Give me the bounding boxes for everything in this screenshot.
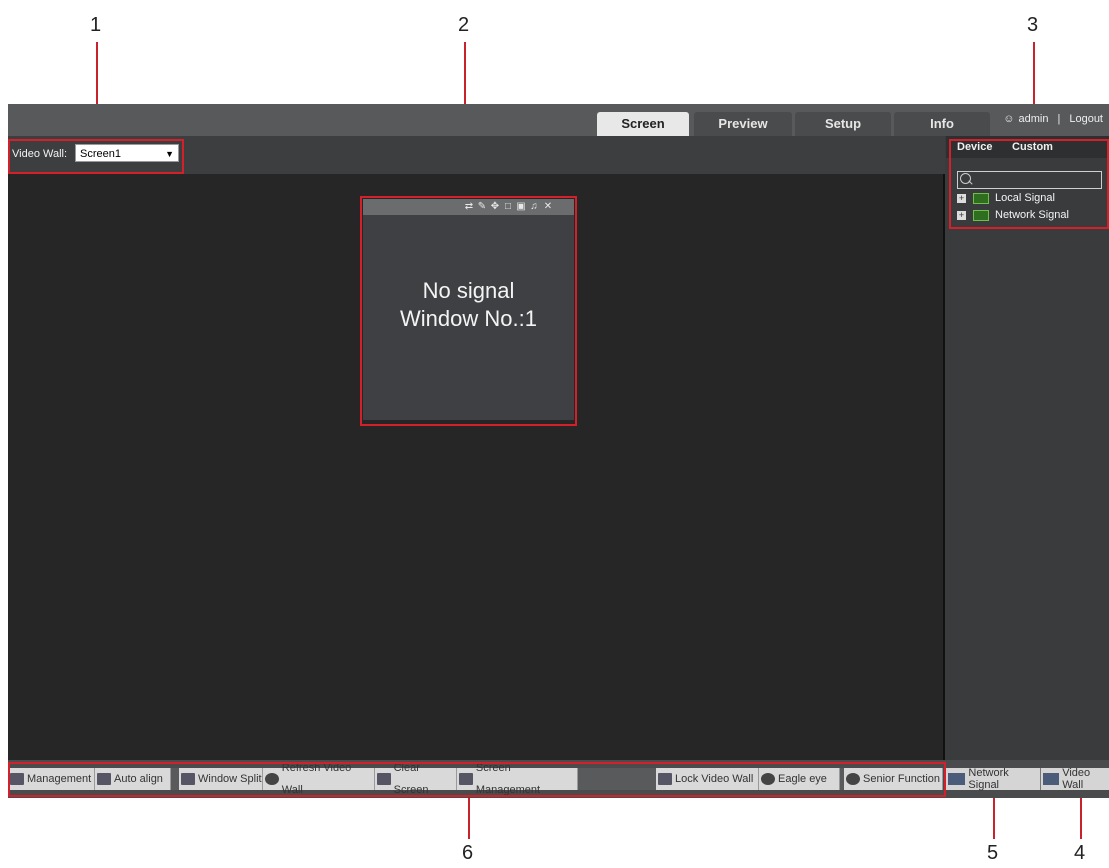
tab-setup[interactable]: Setup [795,112,891,136]
video-wall-tab[interactable]: Video Wall [1040,767,1109,791]
callout-1: 1 [90,14,102,36]
tab-info[interactable]: Info [894,112,990,136]
highlight-box-1 [8,139,184,174]
network-signal-icon [948,773,966,785]
tab-label: Video Wall [1062,767,1091,791]
callout-4: 4 [1074,842,1086,864]
callout-2: 2 [458,14,470,36]
callout-line-6 [468,797,470,839]
video-wall-icon [1043,773,1060,785]
tab-preview[interactable]: Preview [694,112,792,136]
user-area: ☺ admin | Logout [1003,113,1103,125]
callout-3: 3 [1027,14,1039,36]
callout-5: 5 [987,842,999,864]
top-navigation-bar: Screen Preview Setup Info ☺ admin | Logo… [8,104,1109,136]
tab-screen[interactable]: Screen [597,112,689,136]
tab-label: Network Signal [968,767,1009,791]
device-panel: Device Custom + Local Signal + Network S… [946,136,1109,760]
highlight-box-6 [8,762,946,797]
logout-link[interactable]: Logout [1069,113,1103,125]
separator: | [1057,113,1061,125]
user-icon: ☺ [1003,113,1015,125]
username: admin [1018,113,1049,125]
highlight-box-3 [949,139,1109,229]
callout-6: 6 [462,842,474,864]
network-signal-tab[interactable]: Network Signal [945,767,1040,791]
highlight-box-2 [360,196,577,426]
